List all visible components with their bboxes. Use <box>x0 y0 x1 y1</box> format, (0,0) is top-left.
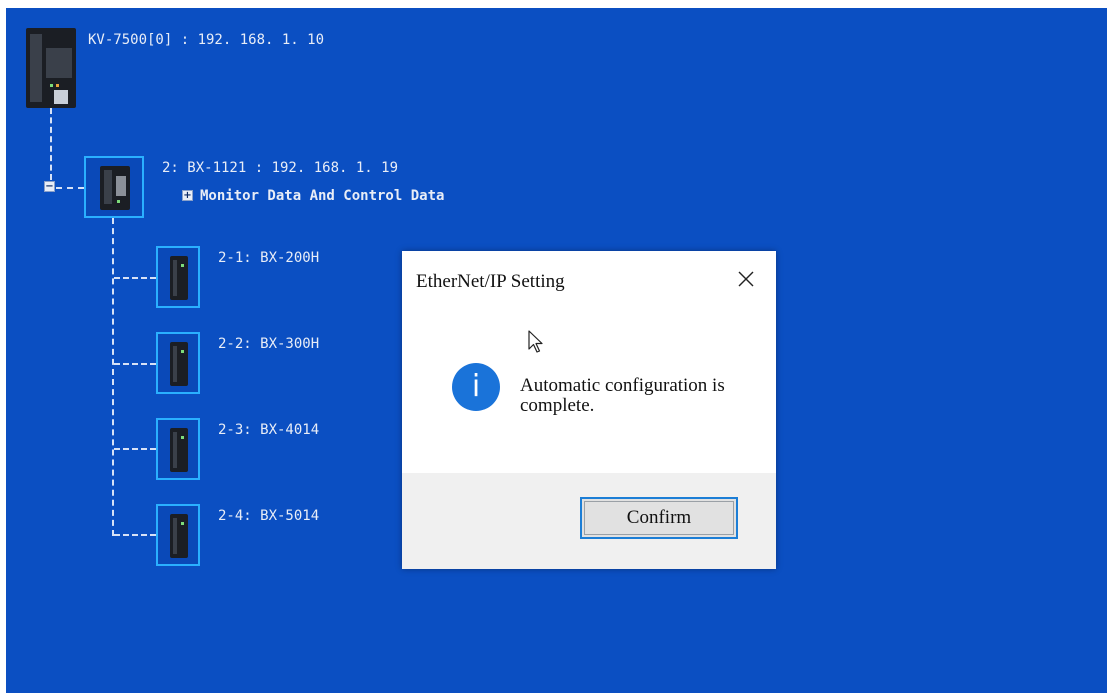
connector-line <box>114 448 156 450</box>
adapter-module-frame[interactable] <box>84 156 144 218</box>
connector-line <box>114 534 156 536</box>
confirm-button-label: Confirm <box>626 507 692 528</box>
connector-line <box>114 277 156 279</box>
connector-line <box>114 363 156 365</box>
adapter-label: 2: BX-1121 : 192. 168. 1. 19 <box>162 160 399 176</box>
module-2-2-frame[interactable] <box>156 332 200 394</box>
module-2-3-device-icon <box>170 428 188 472</box>
ethernet-ip-setting-dialog: EtherNet/IP Setting i Automatic configur… <box>402 251 776 569</box>
confirm-button[interactable]: Confirm <box>580 497 738 539</box>
mouse-pointer-icon <box>528 330 544 359</box>
dialog-title: EtherNet/IP Setting <box>416 271 565 292</box>
module-2-4-device-icon <box>170 514 188 558</box>
module-2-1-label: 2-1: BX-200H <box>218 250 320 266</box>
module-2-1-frame[interactable] <box>156 246 200 308</box>
module-2-4-frame[interactable] <box>156 504 200 566</box>
adapter-device-icon <box>100 166 130 210</box>
connector-line <box>112 218 114 536</box>
controller-label: KV-7500[0] : 192. 168. 1. 10 <box>88 32 325 48</box>
module-2-2-label: 2-2: BX-300H <box>218 336 320 352</box>
monitor-data-label[interactable]: Monitor Data And Control Data <box>200 188 444 204</box>
close-icon[interactable] <box>728 261 764 297</box>
info-icon: i <box>452 363 500 411</box>
module-2-1-device-icon <box>170 256 188 300</box>
connector-line <box>56 187 84 189</box>
connector-line <box>50 108 52 180</box>
dialog-footer: Confirm <box>402 473 776 569</box>
info-glyph: i <box>471 369 481 404</box>
controller-device-icon[interactable] <box>26 28 76 108</box>
module-2-3-label: 2-3: BX-4014 <box>218 422 320 438</box>
module-2-2-device-icon <box>170 342 188 386</box>
module-2-4-label: 2-4: BX-5014 <box>218 508 320 524</box>
monitor-data-expand-toggle[interactable]: + <box>182 190 193 201</box>
module-2-3-frame[interactable] <box>156 418 200 480</box>
dialog-message: Automatic configuration is complete. <box>520 375 725 416</box>
collapse-toggle[interactable]: − <box>44 181 55 192</box>
